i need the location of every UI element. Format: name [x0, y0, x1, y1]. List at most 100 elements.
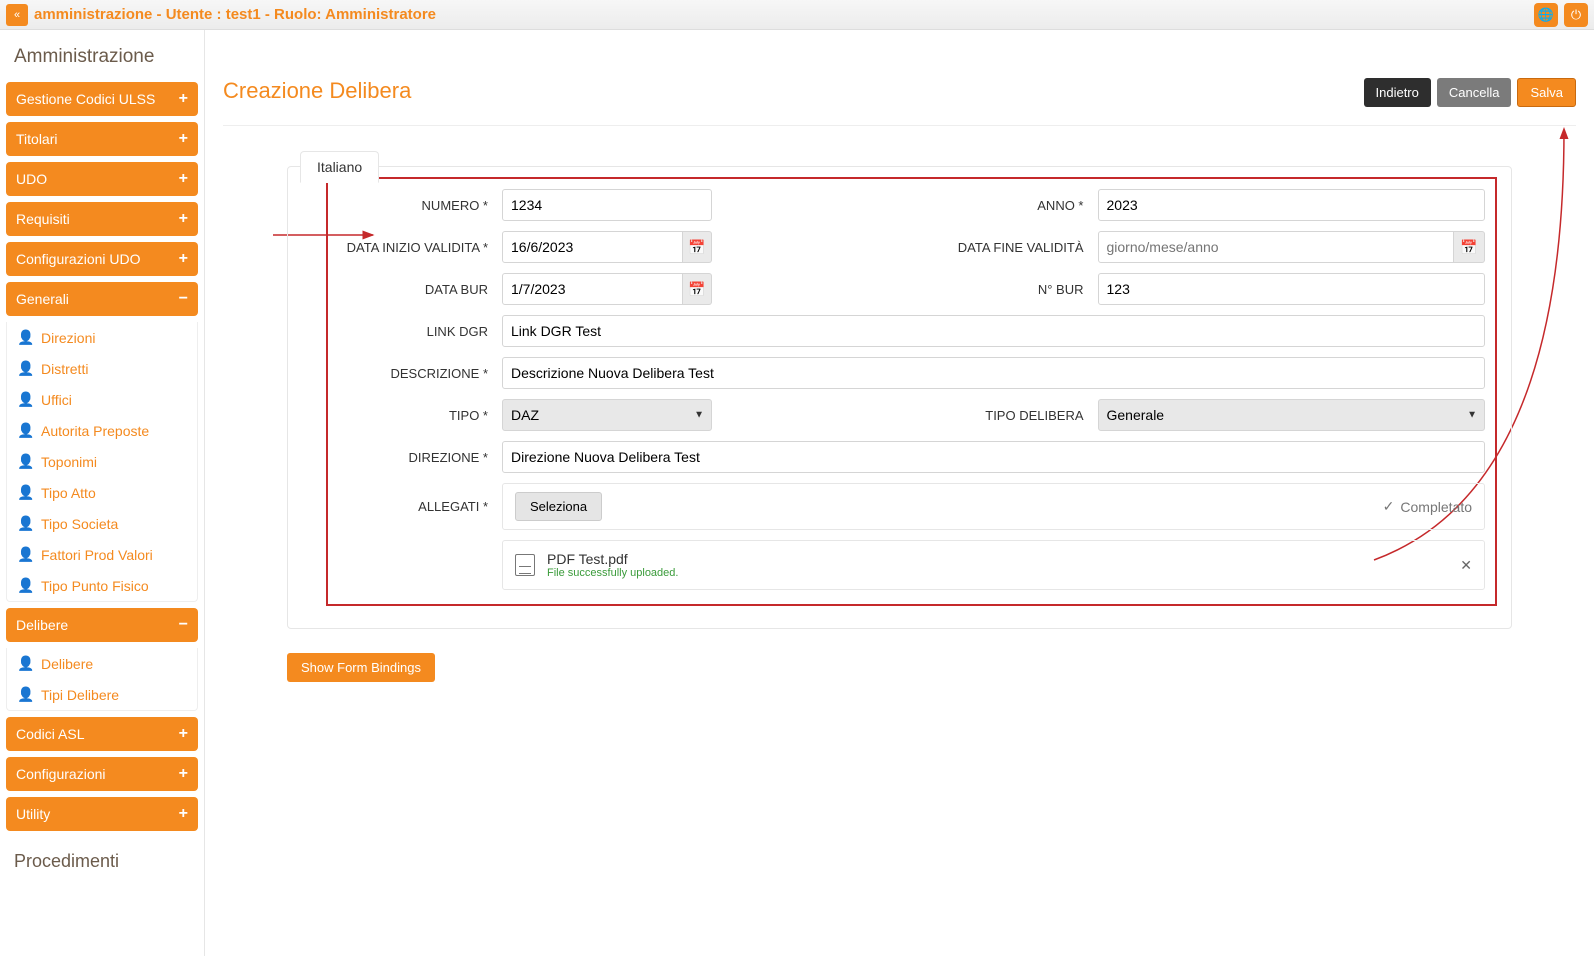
sidebar-collapse-button[interactable]: « — [6, 4, 28, 26]
upload-status-text: Completato — [1400, 499, 1472, 515]
globe-icon[interactable]: 🌐 — [1534, 3, 1558, 27]
sidebar-group-label: Utility — [16, 806, 50, 822]
form-card: Italiano NUMERO * ANNO * DATA INIZIO VAL… — [287, 166, 1512, 629]
sidebar-group-label: Gestione Codici ULSS — [16, 91, 155, 107]
sidebar-group-titolari[interactable]: Titolari + — [6, 122, 198, 156]
sidebar-item-delibere[interactable]: 👤Delibere — [7, 648, 197, 679]
label-numero: NUMERO * — [338, 198, 488, 213]
sidebar-group-configurazioni-udo[interactable]: Configurazioni UDO + — [6, 242, 198, 276]
label-data-bur: DATA BUR — [338, 282, 488, 297]
user-icon: 👤 — [17, 422, 33, 439]
sidebar-group-configurazioni[interactable]: Configurazioni + — [6, 757, 198, 791]
input-anno[interactable] — [1098, 189, 1486, 221]
sidebar-item-label: Tipi Delibere — [41, 687, 119, 703]
uploaded-file-row: PDF Test.pdf File successfully uploaded.… — [502, 540, 1485, 590]
sidebar-group-label: Requisiti — [16, 211, 70, 227]
label-tipo-delibera: TIPO DELIBERA — [904, 408, 1084, 423]
sidebar-group-codici-asl[interactable]: Codici ASL + — [6, 717, 198, 751]
input-link-dgr[interactable] — [502, 315, 1485, 347]
user-icon: 👤 — [17, 655, 33, 672]
input-numero[interactable] — [502, 189, 712, 221]
sidebar-item-label: Uffici — [41, 392, 72, 408]
label-link-dgr: LINK DGR — [338, 324, 488, 339]
tab-italiano[interactable]: Italiano — [300, 151, 379, 183]
back-button[interactable]: Indietro — [1364, 78, 1431, 107]
form-highlighted-area: NUMERO * ANNO * DATA INIZIO VALIDITA * 📅… — [326, 177, 1497, 606]
input-data-inizio[interactable] — [502, 231, 683, 263]
upload-status: ✓ Completato — [1383, 498, 1472, 515]
select-tipo-delibera-value[interactable] — [1098, 399, 1486, 431]
user-icon: 👤 — [17, 546, 33, 563]
sidebar-footer-heading: Procedimenti — [4, 837, 204, 886]
sidebar-item-tipo-punto-fisico[interactable]: 👤 Tipo Punto Fisico — [7, 570, 197, 601]
select-file-button[interactable]: Seleziona — [515, 492, 602, 521]
expand-icon: + — [179, 805, 188, 823]
label-descrizione: DESCRIZIONE * — [338, 366, 488, 381]
sidebar-sublist-delibere: 👤Delibere 👤Tipi Delibere — [6, 648, 198, 711]
input-data-fine[interactable] — [1098, 231, 1454, 263]
select-tipo-delibera[interactable]: ▼ — [1098, 399, 1486, 431]
expand-icon: + — [179, 765, 188, 783]
sidebar-group-label: UDO — [16, 171, 47, 187]
select-tipo[interactable]: ▼ — [502, 399, 712, 431]
user-icon: 👤 — [17, 577, 33, 594]
label-anno: ANNO * — [904, 198, 1084, 213]
sidebar-group-udo[interactable]: UDO + — [6, 162, 198, 196]
label-direzione: DIREZIONE * — [338, 450, 488, 465]
sidebar-item-distretti[interactable]: 👤Distretti — [7, 353, 197, 384]
sidebar-item-fattori-prod-valori[interactable]: 👤 Fattori Prod Valori — [7, 539, 197, 570]
select-tipo-value[interactable] — [502, 399, 712, 431]
cancel-button[interactable]: Cancella — [1437, 78, 1512, 107]
main-content: Creazione Delibera Indietro Cancella Sal… — [205, 30, 1594, 956]
sidebar-item-uffici[interactable]: 👤 Uffici — [7, 384, 197, 415]
expand-icon: + — [179, 210, 188, 228]
label-n-bur: N° BUR — [904, 282, 1084, 297]
topbar: « amministrazione - Utente : test1 - Ruo… — [0, 0, 1594, 30]
collapse-icon: − — [179, 290, 188, 308]
user-icon: 👤 — [17, 360, 33, 377]
calendar-icon[interactable]: 📅 — [683, 231, 712, 263]
sidebar-heading: Amministrazione — [4, 34, 204, 82]
sidebar-group-requisiti[interactable]: Requisiti + — [6, 202, 198, 236]
user-icon: 👤 — [17, 391, 33, 408]
sidebar-group-generali[interactable]: Generali − — [6, 282, 198, 316]
calendar-icon[interactable]: 📅 — [683, 273, 712, 305]
page-title: Creazione Delibera — [223, 48, 411, 104]
sidebar-item-tipo-societa[interactable]: 👤 Tipo Societa — [7, 508, 197, 539]
sidebar-item-tipo-atto[interactable]: 👤Tipo Atto — [7, 477, 197, 508]
label-allegati: ALLEGATI * — [338, 499, 488, 514]
sidebar-item-autorita-preposte[interactable]: 👤 Autorita Preposte — [7, 415, 197, 446]
sidebar-item-label: Tipo Punto Fisico — [41, 578, 149, 594]
sidebar-group-delibere[interactable]: Delibere − — [6, 608, 198, 642]
user-icon: 👤 — [17, 329, 33, 346]
input-data-bur[interactable] — [502, 273, 683, 305]
input-n-bur[interactable] — [1098, 273, 1486, 305]
user-icon: 👤 — [17, 515, 33, 532]
save-button[interactable]: Salva — [1517, 78, 1576, 107]
user-icon: 👤 — [17, 453, 33, 470]
remove-file-icon[interactable]: ✕ — [1460, 557, 1472, 574]
input-direzione[interactable] — [502, 441, 1485, 473]
power-icon[interactable]: ⏻ — [1564, 3, 1588, 27]
sidebar-item-direzioni[interactable]: 👤Direzioni — [7, 322, 197, 353]
collapse-icon: − — [179, 616, 188, 634]
label-tipo: TIPO * — [338, 408, 488, 423]
show-form-bindings-button[interactable]: Show Form Bindings — [287, 653, 435, 682]
sidebar-group-label: Titolari — [16, 131, 58, 147]
sidebar-group-label: Configurazioni — [16, 766, 106, 782]
pdf-icon — [515, 554, 535, 576]
input-descrizione[interactable] — [502, 357, 1485, 389]
sidebar-group-label: Delibere — [16, 617, 68, 633]
sidebar-item-toponimi[interactable]: 👤Toponimi — [7, 446, 197, 477]
check-icon: ✓ — [1383, 498, 1395, 515]
sidebar-group-gestione-codici-ulss[interactable]: Gestione Codici ULSS + — [6, 82, 198, 116]
sidebar: Amministrazione Gestione Codici ULSS + T… — [0, 30, 205, 956]
sidebar-item-label: Tipo Societa — [41, 516, 118, 532]
sidebar-item-tipi-delibere[interactable]: 👤Tipi Delibere — [7, 679, 197, 710]
sidebar-group-utility[interactable]: Utility + — [6, 797, 198, 831]
sidebar-item-label: Fattori Prod Valori — [41, 547, 153, 563]
calendar-icon[interactable]: 📅 — [1454, 231, 1485, 263]
sidebar-group-label: Codici ASL — [16, 726, 84, 742]
sidebar-item-label: Autorita Preposte — [41, 423, 149, 439]
upload-row: Seleziona ✓ Completato — [502, 483, 1485, 530]
